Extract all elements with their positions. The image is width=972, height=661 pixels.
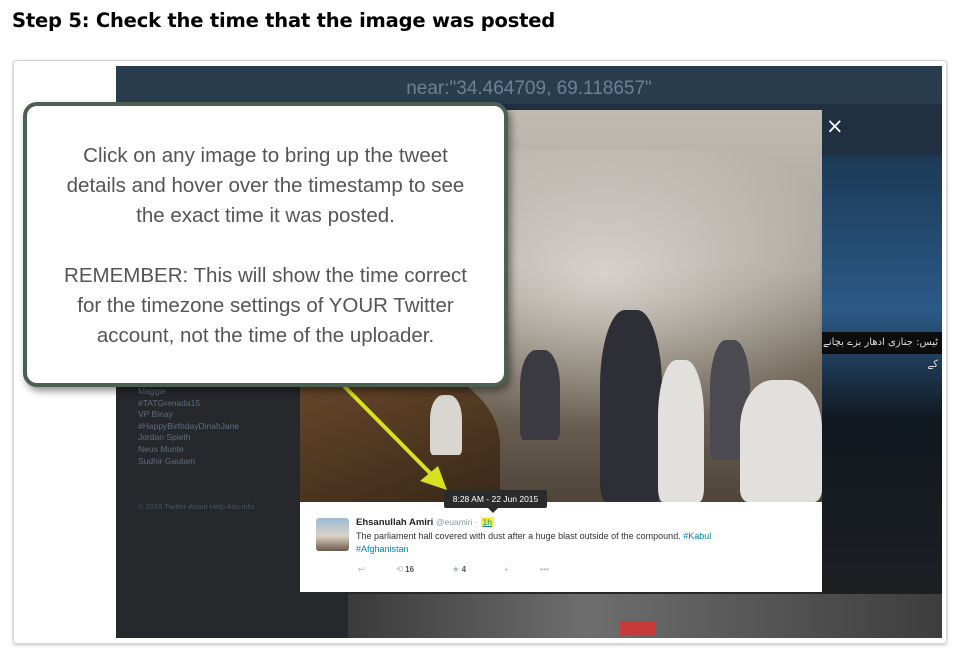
callout-gap	[41, 231, 490, 261]
callout-text: Click on any image to bring up the tweet	[83, 144, 448, 167]
callout-text: details and hover over the timestamp to …	[66, 174, 465, 197]
callout-text: for the timezone settings of YOUR Twitte…	[77, 294, 454, 317]
callout-text: the exact time it was posted.	[136, 204, 395, 227]
callout-text: REMEMBER: This will show the time correc…	[64, 264, 467, 287]
callout-text: account, not the time of the uploader.	[96, 324, 435, 347]
instruction-callout: Click on any image to bring up the tweet…	[23, 102, 508, 387]
